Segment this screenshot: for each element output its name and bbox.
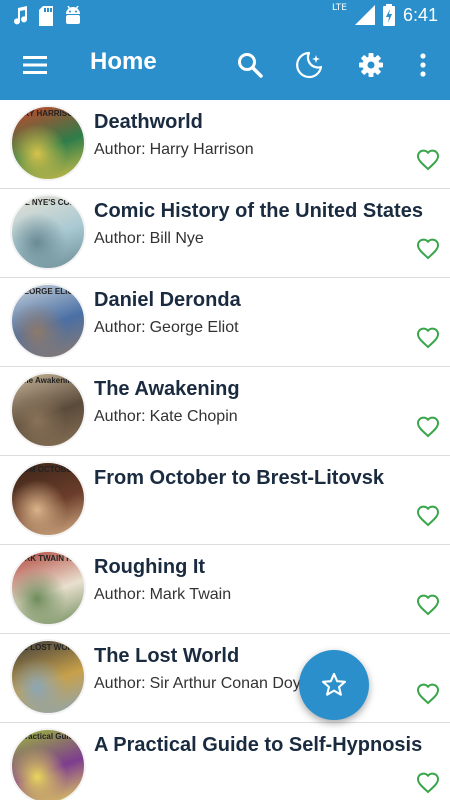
author-name: Bill Nye <box>149 230 204 247</box>
book-cover-text: MARK TWAIN ROUGHING IT <box>12 554 84 563</box>
book-list-item[interactable]: FROM OCTOBER TO BREST-LITOVSK From Octobe… <box>0 456 450 545</box>
favorite-heart-icon[interactable] <box>416 237 440 261</box>
book-title: Deathworld <box>94 111 203 133</box>
book-list-item[interactable]: GEORGE ELIOT Daniel Deronda Author: George … <box>0 278 450 367</box>
system-icons: LTE 6:41 <box>331 3 438 26</box>
book-list: ARRY HARRISON DEATHWORLD Deathworld Author… <box>0 100 450 800</box>
favorite-heart-icon[interactable] <box>416 415 440 439</box>
book-title: Daniel Deronda <box>94 289 241 311</box>
book-cover-text: ARRY HARRISON DEATHWORLD <box>12 109 84 118</box>
book-cover-thumbnail: BILL NYE'S COMIC History <box>10 194 86 270</box>
favorite-heart-icon[interactable] <box>416 148 440 172</box>
book-title: Comic History of the United States <box>94 200 423 222</box>
favorite-heart-icon[interactable] <box>416 682 440 706</box>
author-name: Mark Twain <box>149 586 232 603</box>
music-note-icon <box>14 6 28 25</box>
clock: 6:41 <box>402 4 438 25</box>
book-title: From October to Brest-Litovsk <box>94 467 385 489</box>
book-cover-thumbnail: The Awakening <box>10 372 86 448</box>
app-bar: Home <box>0 32 450 100</box>
star-outline-icon <box>321 672 347 696</box>
book-cover-thumbnail: A Practical Guide to Self-Hypnosis <box>10 728 86 800</box>
book-author: Author: Bill Nye <box>94 230 410 248</box>
book-cover-text: FROM OCTOBER TO BREST-LITOVSK <box>12 465 84 474</box>
favorites-fab-button[interactable] <box>299 650 369 720</box>
book-title: The Awakening <box>94 378 240 400</box>
signal-icon <box>354 5 375 25</box>
author-name: Sir Arthur Conan Doyle <box>149 675 314 692</box>
author-name: Harry Harrison <box>149 141 254 158</box>
more-vert-icon[interactable] <box>408 50 438 80</box>
author-prefix: Author: <box>94 675 146 692</box>
night-mode-icon[interactable] <box>294 50 324 80</box>
page-title: Home <box>90 48 157 75</box>
favorite-heart-icon[interactable] <box>416 771 440 795</box>
book-cover-thumbnail: ARRY HARRISON DEATHWORLD <box>10 105 86 181</box>
search-icon[interactable] <box>235 50 265 80</box>
book-cover-text: THE LOST WORLD <box>12 643 84 652</box>
book-cover-thumbnail: GEORGE ELIOT <box>10 283 86 359</box>
book-author: Author: Mark Twain <box>94 586 410 604</box>
book-cover-thumbnail: THE LOST WORLD <box>10 639 86 715</box>
book-cover-thumbnail: FROM OCTOBER TO BREST-LITOVSK <box>10 461 86 537</box>
book-cover-thumbnail: MARK TWAIN ROUGHING IT <box>10 550 86 626</box>
book-cover-text: GEORGE ELIOT <box>17 287 79 296</box>
status-bar: LTE 6:41 <box>0 0 450 32</box>
book-author: Author: George Eliot <box>94 319 410 337</box>
book-cover-text: BILL NYE'S COMIC History <box>12 198 84 207</box>
book-list-item[interactable]: A Practical Guide to Self-Hypnosis A Prac… <box>0 723 450 800</box>
book-list-item[interactable]: ARRY HARRISON DEATHWORLD Deathworld Author… <box>0 100 450 189</box>
book-list-item[interactable]: MARK TWAIN ROUGHING IT Roughing It Author:… <box>0 545 450 634</box>
book-title: Roughing It <box>94 556 206 578</box>
book-author: Author: Kate Chopin <box>94 408 410 426</box>
author-prefix: Author: <box>94 586 146 603</box>
author-prefix: Author: <box>94 230 146 247</box>
settings-icon[interactable] <box>356 50 386 80</box>
author-name: Kate Chopin <box>149 408 238 425</box>
battery-charging-icon <box>382 4 395 26</box>
favorite-heart-icon[interactable] <box>416 326 440 350</box>
book-list-item[interactable]: The Awakening The Awakening Author: Kate Ch… <box>0 367 450 456</box>
book-list-item[interactable]: BILL NYE'S COMIC History Comic History of… <box>0 189 450 278</box>
author-prefix: Author: <box>94 141 146 158</box>
book-title: A Practical Guide to Self-Hypnosis <box>94 734 423 756</box>
book-cover-text: A Practical Guide to Self-Hypnosis <box>12 732 84 741</box>
book-author: Author: Harry Harrison <box>94 141 410 159</box>
android-icon <box>66 6 80 24</box>
author-prefix: Author: <box>94 408 146 425</box>
author-name: George Eliot <box>149 319 239 336</box>
menu-icon[interactable] <box>22 52 48 78</box>
favorite-heart-icon[interactable] <box>416 504 440 528</box>
book-cover-text: The Awakening <box>18 376 78 385</box>
book-title: The Lost World <box>94 645 240 667</box>
book-list-item[interactable]: THE LOST WORLD The Lost World Author: Sir A… <box>0 634 450 723</box>
network-type: LTE <box>331 3 347 13</box>
notification-icons <box>12 6 82 26</box>
author-prefix: Author: <box>94 319 146 336</box>
favorite-heart-icon[interactable] <box>416 593 440 617</box>
sd-card-icon <box>39 6 53 26</box>
